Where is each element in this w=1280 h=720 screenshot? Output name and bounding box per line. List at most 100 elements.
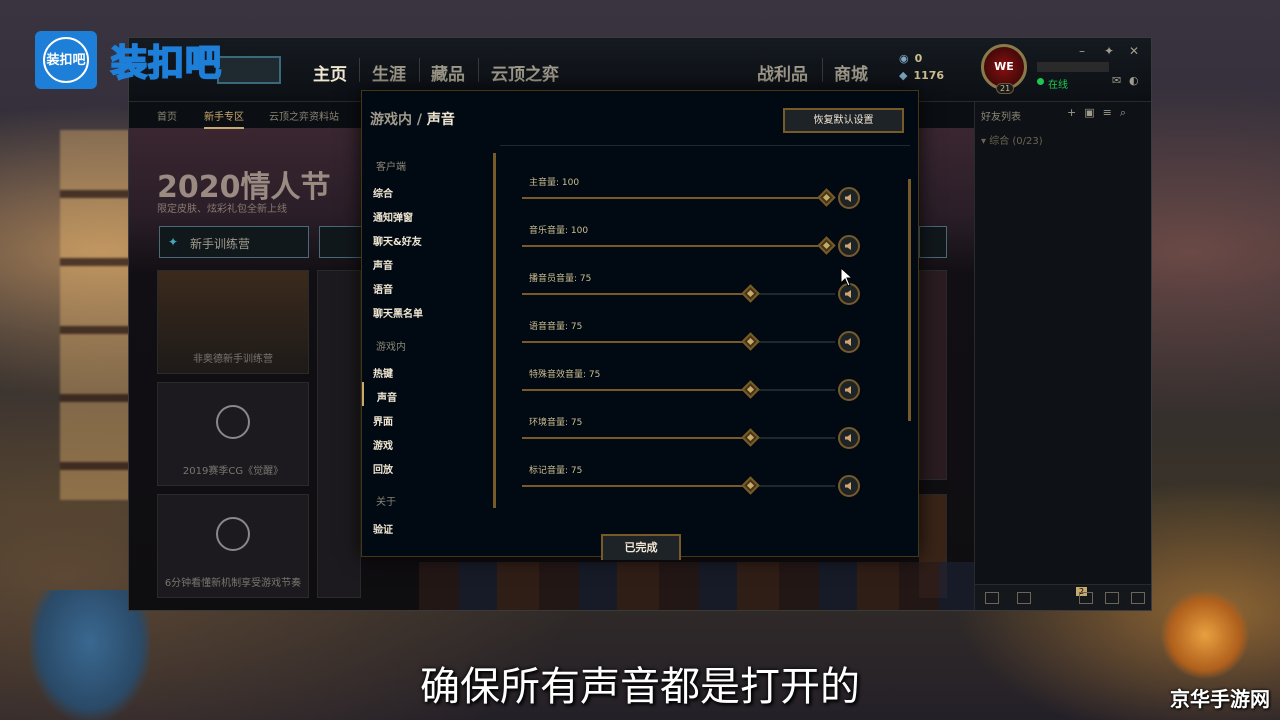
list-icon[interactable]: ≡ (1103, 106, 1120, 119)
voice-volume-slider[interactable] (522, 332, 835, 351)
slider-fill (522, 437, 750, 439)
nav-separator (478, 58, 479, 82)
slider-fill (522, 485, 750, 487)
close-icon[interactable]: ✕ (1129, 44, 1139, 58)
sparkle-icon: ✦ (168, 235, 179, 249)
announcer-volume-slider[interactable] (522, 284, 835, 303)
music-volume-slider[interactable] (522, 236, 836, 255)
nav-tft[interactable]: 云顶之弈 (491, 60, 559, 85)
screen-icon[interactable] (1079, 592, 1093, 604)
notification-icon[interactable]: ◐ (1129, 74, 1139, 87)
restore-defaults-button[interactable]: 恢复默认设置 (783, 108, 904, 133)
sidebar-item-game[interactable]: 游戏 (373, 437, 393, 452)
sidebar-item-verification[interactable]: 验证 (373, 521, 393, 536)
minimize-icon[interactable]: – (1079, 44, 1085, 58)
watermark-badge-text: 装扣吧 (43, 37, 89, 83)
sidebar-item-blocklist[interactable]: 聊天黑名单 (373, 305, 423, 320)
sidebar-item-hotkeys[interactable]: 热键 (373, 365, 393, 380)
currency-display: ◉ 0 ◆ 1176 (899, 52, 944, 86)
slider-thumb-handle[interactable] (741, 428, 760, 447)
ping-volume-slider-row: 标记音量: 75 (522, 463, 862, 497)
add-friend-icon[interactable]: + (1067, 106, 1084, 119)
video-card[interactable]: 2019赛季CG《觉醒》 (157, 382, 309, 486)
subnav-newbie[interactable]: 新手专区 (204, 108, 244, 129)
sidebar-item-ingame-sound[interactable]: 声音 (377, 389, 397, 404)
friends-group[interactable]: ▾ 综合 (0/23) (981, 132, 1043, 147)
sidebar-item-voice[interactable]: 语音 (373, 281, 393, 296)
watermark-badge: 装扣吧 (35, 31, 97, 89)
play-icon (216, 517, 250, 551)
speaker-icon[interactable] (838, 235, 860, 257)
speaker-icon[interactable] (838, 379, 860, 401)
content-scrollbar[interactable] (908, 179, 911, 421)
friends-group-label: 综合 (0/23) (989, 136, 1043, 147)
speaker-icon[interactable] (838, 475, 860, 497)
subnav-tft-data[interactable]: 云顶之弈资料站 (269, 108, 339, 123)
slider-thumb-handle[interactable] (741, 332, 760, 351)
blue-essence-icon: ◆ (899, 69, 908, 82)
sfx-volume-slider[interactable] (522, 380, 835, 399)
tile-button[interactable] (919, 226, 947, 258)
nav-separator (822, 58, 823, 82)
sidebar-item-notifications[interactable]: 通知弹窗 (373, 209, 413, 224)
done-button[interactable]: 已完成 (601, 534, 681, 560)
mail-icon[interactable]: ✉ (1112, 74, 1121, 87)
nav-home[interactable]: 主页 (313, 60, 347, 85)
announcer-volume-label: 播音员音量: 75 (529, 274, 592, 284)
status-text[interactable]: 在线 (1048, 76, 1068, 91)
sidebar-item-general[interactable]: 综合 (373, 185, 393, 200)
settings-gear-icon[interactable]: ✦ (1104, 44, 1114, 58)
slider-thumb-handle[interactable] (741, 476, 760, 495)
nav-profile[interactable]: 生涯 (372, 60, 406, 85)
slider-thumb-handle[interactable] (741, 284, 760, 303)
card-label: 非奥德新手训练营 (193, 354, 273, 365)
background-window (60, 130, 130, 500)
be-amount: 1176 (913, 69, 945, 82)
nav-collection[interactable]: 藏品 (431, 60, 465, 85)
video-card[interactable]: 6分钟看懂新机制享受游戏节奏 (157, 494, 309, 598)
chat-icon[interactable] (985, 592, 999, 604)
mouse-cursor-icon (840, 267, 854, 287)
card-label: 6分钟看懂新机制享受游戏节奏 (164, 578, 302, 589)
inbox-icon[interactable]: 2 (1017, 587, 1088, 604)
speaker-icon[interactable] (838, 427, 860, 449)
slider-thumb-handle[interactable] (741, 380, 760, 399)
home-subnav: 首页 新手专区 云顶之弈资料站 (129, 102, 361, 129)
tutorial-tile-button[interactable]: ✦ 新手训练营 (159, 226, 309, 258)
save-icon[interactable] (1105, 592, 1119, 604)
sidebar-scrollbar[interactable] (493, 153, 496, 508)
sidebar-item-replays[interactable]: 回放 (373, 461, 393, 476)
slider-thumb-handle[interactable] (817, 236, 836, 255)
video-card[interactable] (919, 270, 947, 480)
master-volume-label: 主音量: 100 (529, 178, 580, 188)
master-volume-slider[interactable] (522, 188, 836, 207)
video-card[interactable] (317, 270, 361, 598)
trash-icon[interactable] (1131, 592, 1145, 604)
sidebar-item-interface[interactable]: 界面 (373, 413, 393, 428)
music-volume-label: 音乐音量: 100 (529, 226, 589, 236)
ambience-volume-slider[interactable] (522, 428, 835, 447)
sidebar-group-about: 关于 (376, 497, 396, 508)
play-button[interactable] (217, 56, 281, 84)
nav-store[interactable]: 商城 (834, 60, 868, 85)
add-folder-icon[interactable]: ▣ (1084, 106, 1102, 119)
sidebar-item-chat-friends[interactable]: 聊天&好友 (373, 233, 422, 248)
slider-fill (522, 341, 750, 343)
video-card[interactable]: 非奥德新手训练营 (157, 270, 309, 374)
subnav-home[interactable]: 首页 (157, 108, 177, 123)
announcer-volume-slider-row: 播音员音量: 75 (522, 271, 862, 305)
search-icon[interactable]: ⌕ (1120, 106, 1134, 119)
slider-fill (522, 197, 826, 199)
slider-thumb-handle[interactable] (817, 188, 836, 207)
play-icon (216, 405, 250, 439)
ping-volume-slider[interactable] (522, 476, 835, 495)
slider-fill (522, 389, 750, 391)
nav-loot[interactable]: 战利品 (757, 60, 808, 85)
sidebar-item-client-sound[interactable]: 声音 (373, 257, 393, 272)
speaker-icon[interactable] (838, 331, 860, 353)
speaker-icon[interactable] (838, 187, 860, 209)
friends-tools: +▣≡⌕ (1067, 106, 1134, 120)
music-volume-slider-row: 音乐音量: 100 (522, 223, 862, 257)
profile-name-bar (1037, 62, 1109, 72)
tutorial-tile-label: 新手训练营 (190, 237, 251, 251)
